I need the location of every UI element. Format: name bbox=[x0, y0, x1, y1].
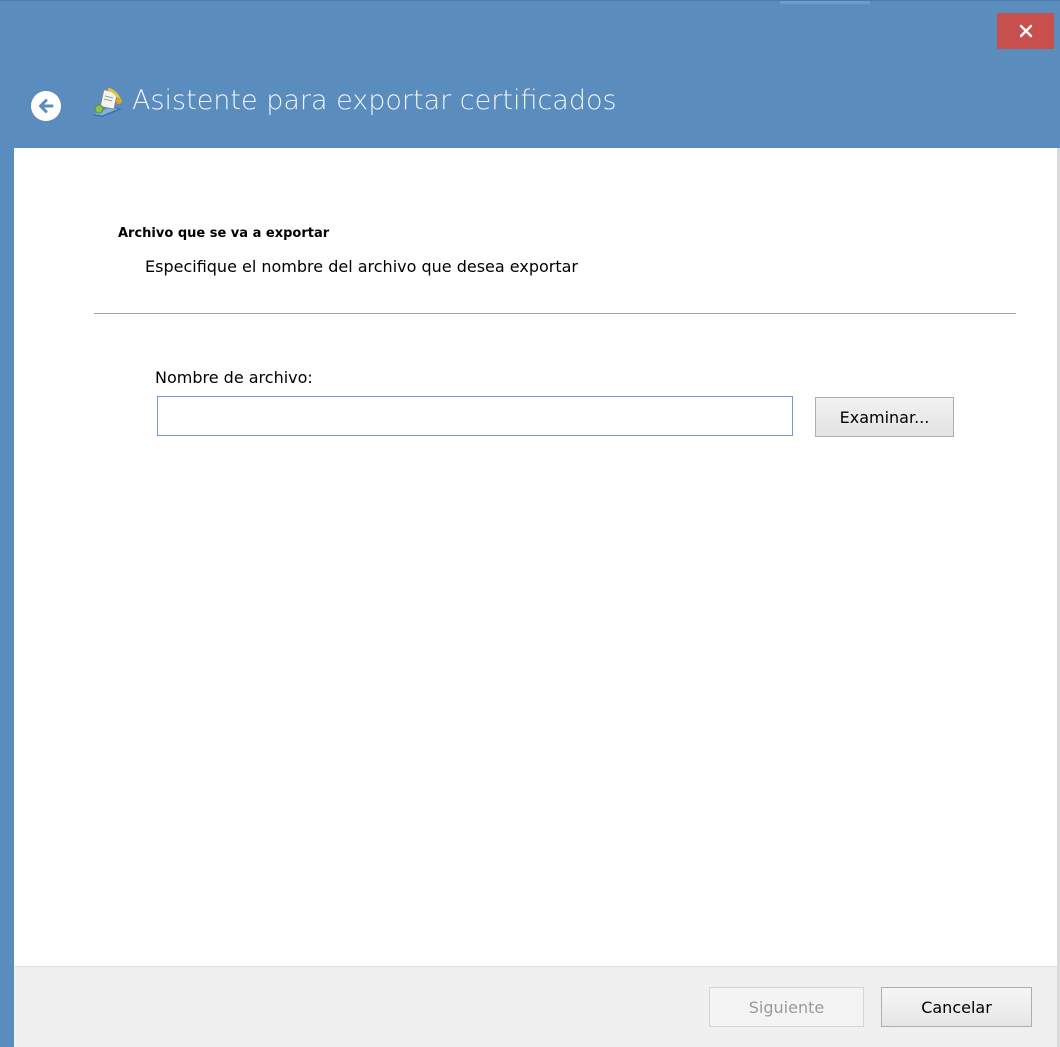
filename-label: Nombre de archivo: bbox=[155, 368, 313, 387]
section-title: Archivo que se va a exportar bbox=[118, 226, 330, 241]
filename-input[interactable] bbox=[157, 396, 793, 436]
back-button[interactable] bbox=[31, 91, 61, 121]
cancel-button[interactable]: Cancelar bbox=[881, 987, 1032, 1027]
section-description: Especifique el nombre del archivo que de… bbox=[145, 257, 578, 276]
export-certificate-wizard-window: Asistente para exportar certificados Arc… bbox=[0, 0, 1060, 1047]
window-left-border bbox=[0, 148, 14, 1047]
certificate-wizard-icon bbox=[92, 87, 122, 117]
close-button[interactable] bbox=[997, 13, 1054, 49]
back-arrow-icon bbox=[39, 99, 54, 113]
header-separator bbox=[94, 313, 1016, 314]
next-button[interactable]: Siguiente bbox=[709, 987, 864, 1027]
close-icon bbox=[1019, 24, 1032, 38]
window-title: Asistente para exportar certificados bbox=[132, 85, 617, 116]
title-bar: Asistente para exportar certificados bbox=[0, 0, 1060, 149]
browse-button[interactable]: Examinar... bbox=[815, 397, 954, 437]
titlebar-highlight bbox=[780, 1, 870, 4]
